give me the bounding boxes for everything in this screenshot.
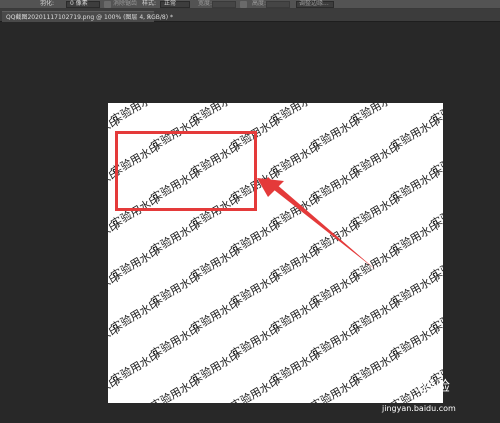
watermark-text: 实验用水印 <box>228 374 283 403</box>
watermark-text: 实验用水印 <box>348 398 404 403</box>
watermark-text: 实验用水印 <box>188 398 244 403</box>
baidu-jingyan-logo: Baidu经验 <box>382 379 450 395</box>
height-input[interactable] <box>266 1 290 8</box>
watermark-text: 实验用水印 <box>308 374 363 403</box>
width-label: 宽度: <box>198 0 213 7</box>
style-label: 样式: <box>142 0 157 7</box>
annotation-highlight-box <box>115 131 257 211</box>
document-tab[interactable]: QQ截图20201117102719.png @ 100% (图层 4, RGB… <box>2 11 173 22</box>
refine-edge-label: 调整边缘... <box>299 0 329 7</box>
close-icon[interactable]: × <box>146 13 151 22</box>
feather-label: 羽化: <box>40 0 55 7</box>
document-tab-bar: QQ截图20201117102719.png @ 100% (图层 4, RGB… <box>0 9 500 22</box>
style-value: 正常 <box>164 0 177 7</box>
watermark-text: 实验用水印 <box>428 398 443 403</box>
watermark-text: 实验用水印 <box>148 374 203 403</box>
anti-alias-label: 消除锯齿 <box>113 0 138 7</box>
watermark-text: 实验用水印 <box>268 398 324 403</box>
options-bar: 羽化: 0 像素 消除锯齿 样式: 正常 宽度: 高度: 调整边缘... <box>0 0 500 9</box>
watermark-text: 实验用水印 <box>108 398 163 403</box>
width-input[interactable] <box>212 1 236 8</box>
anti-alias-checkbox[interactable] <box>104 1 111 8</box>
baidu-jingyan-url: jingyan.baidu.com <box>382 404 456 413</box>
swap-icon[interactable] <box>240 1 247 8</box>
height-label: 高度: <box>252 0 267 7</box>
feather-value: 0 像素 <box>70 0 88 7</box>
